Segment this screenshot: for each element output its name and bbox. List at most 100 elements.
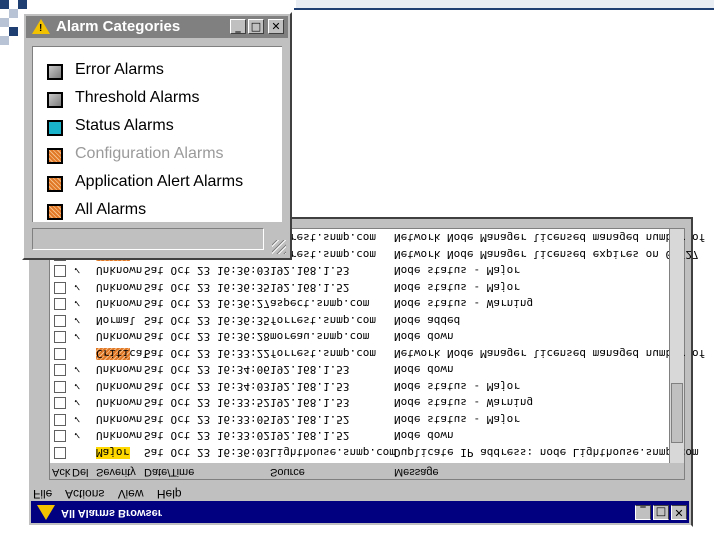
- menu-help[interactable]: Help: [157, 487, 182, 501]
- cell-date: Sat Oct 23 16:34:03: [144, 380, 270, 393]
- cell-date: Sat Oct 23 16:36:28: [144, 330, 270, 344]
- column-message[interactable]: Message: [394, 466, 439, 478]
- ack-checkbox[interactable]: [54, 447, 66, 459]
- vertical-scrollbar[interactable]: [669, 229, 684, 463]
- del-mark: ✓: [74, 363, 81, 377]
- cell-severity: Unknown: [96, 429, 143, 443]
- menu-actions[interactable]: Actions: [65, 487, 104, 501]
- menu-view[interactable]: View: [118, 487, 144, 501]
- cell-source: 192.168.1.52: [270, 281, 350, 294]
- slide-decoration: [0, 36, 9, 45]
- cell-message: Node status - Warning: [394, 396, 534, 410]
- ack-checkbox[interactable]: [54, 414, 66, 426]
- browser-title: All Alarms Browser: [61, 507, 163, 519]
- ack-checkbox[interactable]: [54, 381, 66, 393]
- cell-message: Node status - Warning: [394, 297, 534, 311]
- ack-checkbox[interactable]: [54, 315, 66, 327]
- ack-checkbox[interactable]: [54, 265, 66, 278]
- column-datetime[interactable]: Date/Time: [144, 466, 194, 478]
- cell-severity: Unknown: [96, 281, 143, 294]
- table-row[interactable]: Critical Sat Oct 23 16:33:22 forrest.snmp.…: [50, 345, 705, 362]
- table-row[interactable]: Major Sat Oct 23 16:36:03 Lighthouse.snmp.…: [50, 444, 699, 461]
- cell-severity: Normal: [96, 314, 136, 327]
- cell-message: Node status - Major: [394, 380, 520, 393]
- cell-message: Network Node Manager licensed expires on…: [394, 248, 699, 261]
- del-mark: ✓: [74, 264, 81, 278]
- ack-checkbox[interactable]: [54, 282, 66, 294]
- table-row[interactable]: ✓ Unknown Sat Oct 23 16:36:27 aspect.snmp.c…: [50, 296, 668, 313]
- cell-date: Sat Oct 23 16:36:03: [144, 446, 270, 459]
- ack-checkbox[interactable]: [54, 430, 66, 443]
- ack-checkbox[interactable]: [54, 364, 66, 377]
- minimize-button[interactable]: _: [230, 19, 246, 34]
- warning-icon: [37, 505, 55, 520]
- cell-date: Sat Oct 23 16:36:35: [144, 314, 270, 327]
- alarms-browser-window: All Alarms Browser _ □ ✕ File Actions Vi…: [27, 217, 705, 527]
- alarms-table: Ack Del Severity Date/Time Source Messag…: [49, 228, 705, 480]
- cell-severity: Unknown: [96, 413, 143, 426]
- table-row[interactable]: ✓ Unknown Sat Oct 23 16:36:35 192.168.1.52 N…: [50, 279, 668, 296]
- cell-message: Node status - Major: [394, 281, 520, 294]
- cell-message: Node down: [394, 429, 454, 443]
- cell-message: Node down: [394, 330, 454, 344]
- minimize-button[interactable]: _: [635, 505, 651, 520]
- cell-source: 192.168.1.53: [270, 396, 350, 410]
- slide-decoration: [0, 18, 9, 27]
- table-row[interactable]: ✓ Unknown Sat Oct 23 16:33:02 192.168.1.52 N…: [50, 428, 668, 445]
- cell-source: 192.168.1.53: [270, 264, 350, 278]
- cell-severity: Unknown: [96, 330, 143, 344]
- category-color-swatch: [47, 92, 63, 108]
- table-row[interactable]: ✓ Unknown Sat Oct 23 16:33:52 192.168.1.53 N…: [50, 395, 668, 412]
- cell-source: forrest.snmp.com: [270, 314, 376, 327]
- table-row[interactable]: ✓ Unknown Sat Oct 23 16:36:03 192.168.1.53 N…: [50, 263, 668, 280]
- cell-date: Sat Oct 23 16:33:05: [144, 413, 270, 426]
- table-row[interactable]: ✓ Unknown Sat Oct 23 16:33:05 192.168.1.52 N…: [50, 411, 668, 428]
- resize-grip-icon[interactable]: [272, 240, 286, 254]
- cell-severity: Unknown: [96, 363, 143, 377]
- categories-titlebar: ! Alarm Categories _ □ ✕: [26, 16, 288, 38]
- cell-source: forrest.snmp.com: [270, 347, 376, 360]
- cell-message: Network Node Manager licensed managed nu…: [394, 231, 706, 245]
- slide-decoration: [0, 0, 9, 9]
- table-row[interactable]: ✓ Normal Sat Oct 23 16:36:35 forrest.snmp.c…: [50, 312, 668, 329]
- maximize-button[interactable]: □: [248, 19, 264, 34]
- table-row[interactable]: ✓ Unknown Sat Oct 23 16:36:28 moreau.snmp.c…: [50, 329, 668, 346]
- ack-checkbox[interactable]: [54, 397, 66, 410]
- close-button[interactable]: ✕: [671, 505, 687, 520]
- slide-decoration: [9, 9, 18, 18]
- cell-severity: Unknown: [96, 297, 143, 311]
- close-button[interactable]: ✕: [268, 19, 284, 34]
- del-mark: ✓: [74, 429, 81, 443]
- ack-checkbox[interactable]: [54, 348, 66, 360]
- cell-date: Sat Oct 23 16:36:35: [144, 281, 270, 294]
- cell-source: 192.168.1.53: [270, 380, 350, 393]
- ack-checkbox[interactable]: [54, 298, 66, 311]
- maximize-button[interactable]: □: [653, 505, 669, 520]
- column-severity[interactable]: Severity: [96, 466, 136, 478]
- column-del[interactable]: Del: [72, 466, 89, 478]
- cell-message: Node status - Major: [394, 264, 520, 278]
- slide-decoration: [296, 0, 714, 8]
- column-source[interactable]: Source: [270, 466, 305, 478]
- table-row[interactable]: ✓ Unknown Sat Oct 23 16:34:06 192.168.1.53 N…: [50, 362, 668, 379]
- del-mark: ✓: [74, 380, 81, 393]
- category-label: Status Alarms: [75, 117, 174, 134]
- menu-file[interactable]: File: [33, 487, 52, 501]
- table-row[interactable]: ✓ Unknown Sat Oct 23 16:34:03 192.168.1.53 N…: [50, 378, 668, 395]
- scroll-thumb[interactable]: [671, 383, 683, 443]
- category-color-swatch: [47, 120, 63, 136]
- ack-checkbox[interactable]: [54, 331, 66, 344]
- column-ack[interactable]: Ack: [52, 466, 70, 478]
- cell-source: Lighthouse.snmp.com: [270, 446, 396, 459]
- cell-source: aspect.snmp.com: [270, 297, 370, 311]
- category-label: Configuration Alarms: [75, 145, 224, 162]
- cell-severity: Unknown: [96, 396, 143, 410]
- del-mark: ✓: [74, 413, 81, 426]
- browser-titlebar: All Alarms Browser _ □ ✕: [31, 501, 689, 523]
- del-mark: ✓: [74, 330, 81, 344]
- menu-bar: File Actions View Help: [33, 483, 192, 501]
- cell-date: Sat Oct 23 16:36:03: [144, 264, 270, 278]
- category-label: All Alarms: [75, 201, 147, 218]
- status-field: [32, 228, 264, 250]
- cell-date: Sat Oct 23 16:33:52: [144, 396, 270, 410]
